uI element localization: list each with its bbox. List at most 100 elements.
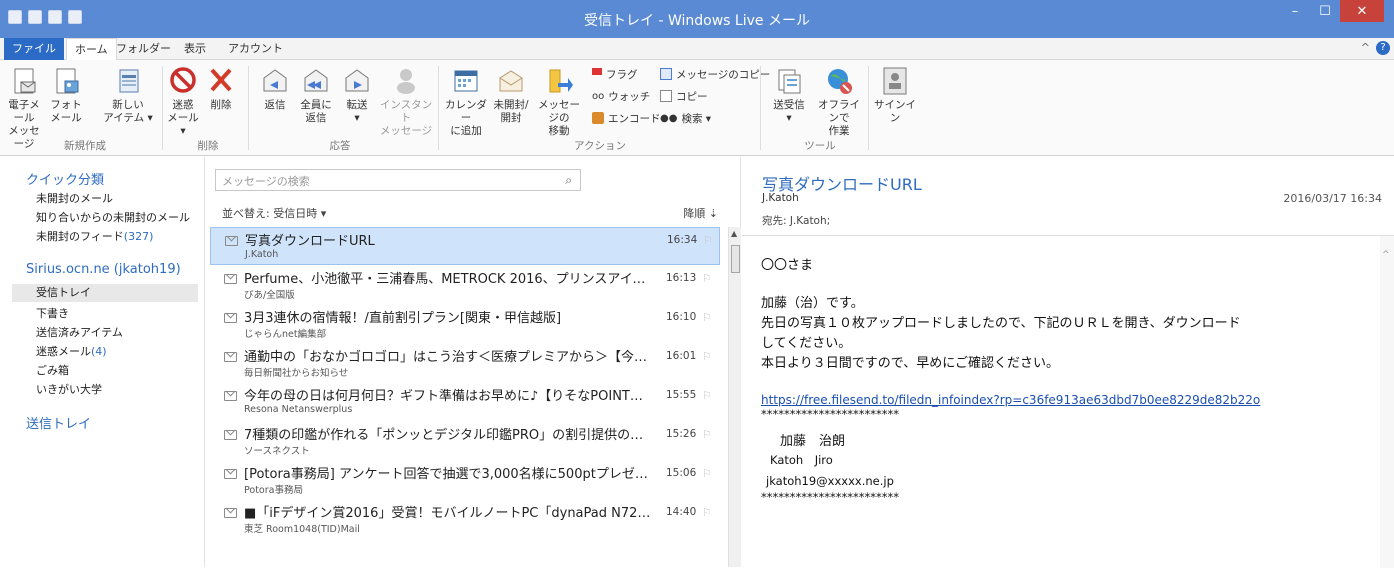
flag-icon[interactable]: ⚐ — [702, 272, 712, 285]
message-row[interactable]: 3月3連休の宿情報！/直前割引プラン[関東・甲信越版] じゃらんnet編集部 1… — [210, 305, 720, 343]
scroll-up-icon[interactable]: ^ — [1382, 250, 1390, 260]
find-label: 検索 ▾ — [681, 112, 712, 125]
flag-icon[interactable]: ⚐ — [703, 234, 713, 247]
new-item-label-1: 新しい — [112, 99, 144, 111]
forward-label-1: 転送 — [346, 99, 368, 111]
reply-all-button[interactable]: 全員に 返信 — [298, 66, 334, 125]
body-line: 加藤 治朗 — [780, 434, 846, 449]
sign-in-button[interactable]: サインイン — [872, 66, 918, 125]
collapse-ribbon-icon[interactable]: ^ — [1361, 41, 1370, 54]
forward-label-2: ▾ — [354, 112, 360, 124]
flag-icon[interactable]: ⚐ — [702, 350, 712, 363]
quick-views-header[interactable]: クイック分類 — [26, 169, 104, 188]
watch-label: ウォッチ — [608, 90, 651, 103]
message-row[interactable]: 写真ダウンロードURL J.Katoh 16:34 ⚐ — [210, 227, 720, 265]
encode-button[interactable]: エンコード — [592, 110, 661, 126]
help-icon[interactable]: ? — [1376, 41, 1390, 55]
close-icon[interactable]: ✕ — [1340, 0, 1384, 22]
reading-pane-scrollbar[interactable]: ^ — [1380, 236, 1394, 568]
send-receive-button[interactable]: 送受信 ▾ — [768, 66, 810, 125]
delete-label: 削除 — [210, 99, 232, 111]
email-sender[interactable]: J.Katoh — [762, 192, 799, 204]
search-placeholder: メッセージの検索 — [222, 175, 310, 188]
offline-label-2: 作業 — [828, 125, 850, 137]
instant-message-button[interactable]: インスタント メッセージ — [378, 66, 434, 138]
body-line: 本日より３日間ですので、早めにご確認ください。 — [761, 356, 1059, 371]
folder-unread-mail[interactable]: 未開封のメール — [36, 190, 113, 206]
message-time: 15:26 — [666, 428, 697, 440]
reply-button[interactable]: 返信 — [258, 66, 292, 112]
tab-file[interactable]: ファイル — [4, 38, 64, 60]
tab-view[interactable]: 表示 — [176, 38, 214, 60]
flag-icon[interactable]: ⚐ — [702, 506, 712, 519]
add-to-calendar-button[interactable]: カレンダー に追加 — [442, 66, 490, 138]
reply-all-label-2: 返信 — [305, 112, 327, 124]
body-line: 先日の写真１０枚アップロードしましたので、下記のＵＲＬを開き、ダウンロード — [761, 316, 1241, 331]
unread-label-1: 未開封/ — [493, 99, 529, 111]
photo-email-label-2: メール — [50, 112, 82, 124]
messenger-person-icon — [397, 69, 415, 94]
junk-button[interactable]: 迷惑 メール ▾ — [166, 66, 200, 138]
search-input[interactable]: メッセージの検索 ⌕ — [215, 169, 581, 191]
message-row[interactable]: [Potora事務局] アンケート回答で抽選で3,000名様に500ptプレゼン… — [210, 461, 720, 499]
watch-button[interactable]: oo ウォッチ — [592, 88, 650, 104]
message-row[interactable]: Perfume、小池徹平・三浦春馬、METROCK 2016、プリンスアイスワー… — [210, 266, 720, 304]
delete-x-icon — [210, 68, 232, 92]
message-row[interactable]: 7種類の印鑑が作れる「ポンッとデジタル印鑑PRO」の割引提供のお知らせ ソースネ… — [210, 422, 720, 460]
sort-by-dropdown[interactable]: 並べ替え: 受信日時 ▾ — [222, 205, 326, 221]
message-list-pane: メッセージの検索 ⌕ 並べ替え: 受信日時 ▾ 降順 ⇣ 写真ダウンロードURL … — [206, 157, 741, 567]
new-email-label-2: メッセージ — [8, 125, 40, 150]
new-item-button[interactable]: 新しい アイテム ▾ — [102, 66, 154, 125]
work-offline-button[interactable]: オフラインで 作業 — [814, 66, 864, 138]
flag-button[interactable]: フラグ — [592, 66, 638, 82]
group-divider — [248, 66, 249, 150]
folder-trash[interactable]: ごみ箱 — [36, 362, 69, 378]
folder-junk[interactable]: 迷惑メール(4) — [36, 343, 107, 359]
folder-unread-from-contacts[interactable]: 知り合いからの未開封のメール — [36, 209, 190, 225]
folder-unread-feeds[interactable]: 未開封のフィード(327) — [36, 228, 153, 244]
download-link[interactable]: https://free.filesend.to/filedn_infoinde… — [761, 393, 1260, 407]
message-sender: ぴあ/全国版 — [244, 290, 295, 301]
account-header[interactable]: Sirius.ocn.ne (jkatoh19) — [26, 262, 181, 277]
message-subject: 今年の母の日は何月何日？ギフト準備はお早めに♪【りそなPOINTダッシュ】 — [244, 389, 654, 404]
outbox-header[interactable]: 送信トレイ — [26, 413, 91, 432]
message-subject: ■「iFデザイン賞2016」受賞！モバイルノートPC「dynaPad N72」&… — [244, 506, 654, 521]
message-list-scrollbar[interactable]: ▲ — [728, 227, 741, 567]
flag-icon[interactable]: ⚐ — [702, 428, 712, 441]
flag-icon[interactable]: ⚐ — [702, 311, 712, 324]
copy-button[interactable]: コピー — [660, 88, 708, 104]
scroll-up-icon[interactable]: ▲ — [731, 229, 737, 238]
sort-direction-toggle[interactable]: 降順 ⇣ — [683, 205, 718, 221]
find-button[interactable]: ●● 検索 ▾ — [660, 110, 711, 126]
copy-message-button[interactable]: メッセージのコピー — [660, 66, 770, 82]
delete-button[interactable]: 削除 — [206, 66, 236, 112]
message-row[interactable]: 今年の母の日は何月何日？ギフト準備はお早めに♪【りそなPOINTダッシュ】 Re… — [210, 383, 720, 421]
folder-ikigai[interactable]: いきがい大学 — [36, 381, 102, 397]
tab-folder[interactable]: フォルダー — [108, 38, 179, 60]
scrollbar-thumb[interactable] — [731, 245, 740, 273]
flag-icon[interactable]: ⚐ — [702, 389, 712, 402]
message-row[interactable]: 通勤中の「おなかゴロゴロ」はこう治す＜医療プレミアから＞【今ならお得！お… 毎日… — [210, 344, 720, 382]
search-icon[interactable]: ⌕ — [565, 173, 572, 188]
unread-read-button[interactable]: 未開封/開封 — [490, 66, 532, 125]
tab-account[interactable]: アカウント — [220, 38, 291, 60]
group-action-label: アクション — [574, 140, 626, 152]
maximize-icon[interactable]: ☐ — [1310, 0, 1340, 22]
minimize-icon[interactable]: – — [1280, 0, 1310, 22]
folder-drafts[interactable]: 下書き — [36, 305, 69, 321]
sign-in-label: サインイン — [874, 99, 916, 124]
forward-button[interactable]: 転送 ▾ — [340, 66, 374, 125]
email-recipients: 宛先: J.Katoh; — [762, 215, 831, 227]
move-folder-icon — [549, 69, 573, 93]
group-delete-label: 削除 — [197, 140, 219, 152]
flag-icon[interactable]: ⚐ — [702, 467, 712, 480]
move-message-button[interactable]: メッセージの 移動 — [534, 66, 584, 138]
new-email-button[interactable]: 電子メール メッセージ — [4, 66, 44, 151]
folder-inbox[interactable]: 受信トレイ — [12, 284, 198, 302]
folder-sent-items[interactable]: 送信済みアイテム — [36, 324, 123, 340]
group-divider — [868, 66, 869, 150]
message-subject: 7種類の印鑑が作れる「ポンッとデジタル印鑑PRO」の割引提供のお知らせ — [244, 428, 654, 443]
encode-label: エンコード — [608, 112, 661, 125]
message-row[interactable]: ■「iFデザイン賞2016」受賞！モバイルノートPC「dynaPad N72」&… — [210, 500, 720, 538]
photo-email-button[interactable]: フォト メール — [48, 66, 84, 125]
